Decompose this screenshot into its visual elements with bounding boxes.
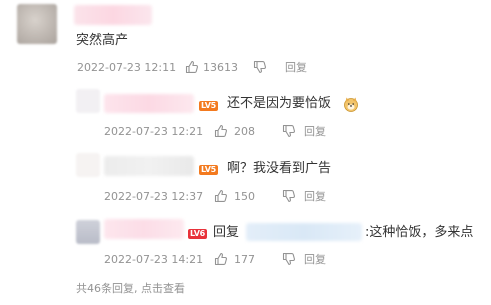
main-comment-like-count: 13613 xyxy=(203,61,238,74)
reply-3-mention-username[interactable] xyxy=(246,223,362,241)
like-icon[interactable] xyxy=(214,189,228,203)
dislike-icon[interactable] xyxy=(253,60,267,74)
reply-3-reply-button[interactable]: 回复 xyxy=(304,253,326,267)
reply-1-avatar[interactable] xyxy=(76,89,100,113)
reply-2-avatar[interactable] xyxy=(76,153,100,177)
reply-3-like-count: 177 xyxy=(234,253,255,266)
reply-2-time: 2022-07-23 12:37 xyxy=(104,190,204,203)
view-all-replies-link[interactable]: 共46条回复, 点击查看 xyxy=(76,282,185,296)
reply-2-text: 啊？我没看到广告 xyxy=(227,161,332,176)
like-icon[interactable] xyxy=(185,60,199,74)
dislike-icon[interactable] xyxy=(282,252,296,266)
main-comment-time: 2022-07-23 12:11 xyxy=(77,61,177,74)
reply-1-text: 还不是因为要恰饭 xyxy=(227,96,332,111)
dislike-icon[interactable] xyxy=(282,124,296,138)
main-comment-text: 突然高产 xyxy=(76,33,129,48)
dislike-icon[interactable] xyxy=(282,189,296,203)
reply-3-username[interactable] xyxy=(104,219,184,239)
reply-3-level-badge: LV6 xyxy=(188,229,207,239)
reply-3-avatar[interactable] xyxy=(76,220,100,244)
reply-1-reply-button[interactable]: 回复 xyxy=(304,125,326,139)
reply-2-reply-button[interactable]: 回复 xyxy=(304,190,326,204)
like-icon[interactable] xyxy=(214,252,228,266)
reply-3-time: 2022-07-23 14:21 xyxy=(104,253,204,266)
reply-3-text: :这种恰饭，多来点 xyxy=(365,225,474,240)
reply-2-like-count: 150 xyxy=(234,190,255,203)
reply-2-level-badge: LV5 xyxy=(199,165,218,175)
reply-1-like-count: 208 xyxy=(234,125,255,138)
reply-1-level-badge: LV5 xyxy=(199,101,218,111)
main-comment-avatar[interactable] xyxy=(17,4,57,44)
main-comment-username[interactable] xyxy=(74,5,152,25)
reply-2-username[interactable] xyxy=(104,156,194,176)
reply-1-username[interactable] xyxy=(104,94,194,113)
main-comment-reply-button[interactable]: 回复 xyxy=(285,61,307,75)
like-icon[interactable] xyxy=(214,124,228,138)
doge-emoji-icon xyxy=(343,96,358,112)
reply-1-time: 2022-07-23 12:21 xyxy=(104,125,204,138)
reply-3-prefix: 回复 xyxy=(213,225,240,240)
